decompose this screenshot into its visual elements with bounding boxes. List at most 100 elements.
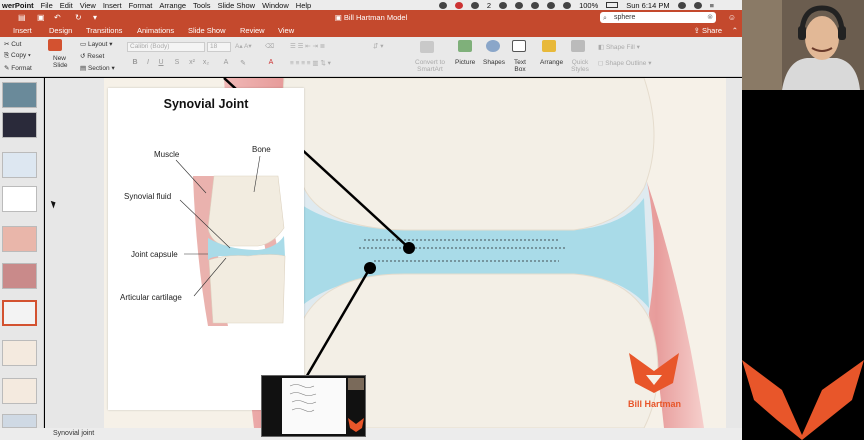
menu-slide-show[interactable]: Slide Show	[218, 1, 256, 10]
webcam-feed	[742, 0, 864, 90]
tab-animations[interactable]: Animations	[134, 26, 177, 36]
shape-outline-button[interactable]: ◻ Shape Outline ▾	[598, 59, 651, 67]
shape-fill-icon: ◧	[598, 44, 606, 51]
notes-bar[interactable]: Synovial joint	[0, 428, 742, 440]
app-status-icon[interactable]	[470, 1, 479, 9]
new-slide-icon[interactable]	[48, 39, 62, 51]
clear-formatting-icon[interactable]: ⌫	[265, 42, 274, 50]
menu-tools[interactable]: Tools	[193, 1, 211, 10]
menu-arrange[interactable]: Arrange	[159, 1, 186, 10]
tab-review[interactable]: Review	[237, 26, 268, 36]
strikethrough-icon[interactable]: S	[172, 59, 182, 69]
format-label: Format	[11, 65, 32, 72]
shapes-icon[interactable]	[486, 40, 500, 52]
shape-fill-button[interactable]: ◧ Shape Fill ▾	[598, 43, 640, 51]
dropbox-icon[interactable]	[499, 1, 508, 9]
bluetooth-icon[interactable]	[531, 1, 540, 9]
slide-thumbnail[interactable]	[2, 340, 37, 366]
slide-thumbnail[interactable]	[2, 186, 37, 212]
picture-button[interactable]: Picture	[455, 59, 475, 66]
slide-thumbnail[interactable]	[2, 263, 37, 289]
align-icons[interactable]: ≡ ≡ ≡ ≡ ▥ ⇅ ▾	[290, 59, 331, 67]
notification-icon[interactable]: ≡	[710, 1, 714, 10]
hartman-logo-large	[742, 360, 864, 440]
layout-button[interactable]: ▭ Layout ▾	[80, 40, 113, 48]
bold-icon[interactable]: B	[130, 59, 140, 69]
convert-smartart-button[interactable]: Convert to SmartArt	[412, 59, 448, 73]
battery-icon[interactable]	[606, 2, 619, 8]
slide-thumbnail[interactable]	[2, 152, 37, 178]
screen: werPoint File Edit View Insert Format Ar…	[0, 0, 864, 440]
eye-icon[interactable]	[438, 1, 447, 9]
section-button[interactable]: ▤ Section ▾	[80, 64, 115, 72]
quick-styles-icon[interactable]	[571, 40, 585, 52]
subscript-icon[interactable]: x₂	[201, 59, 211, 69]
webcam-background	[742, 90, 864, 440]
shape-fill-label: Shape Fill	[605, 44, 635, 51]
share-button[interactable]: ⇪ Share	[694, 26, 722, 35]
copy-button[interactable]: ⎘ Copy ▾	[4, 52, 31, 60]
menu-insert[interactable]: Insert	[103, 1, 122, 10]
smartart-icon[interactable]	[420, 41, 434, 53]
picture-icon[interactable]	[458, 40, 472, 52]
font-name-select[interactable]: Calibri (Body)	[127, 42, 205, 52]
cut-button[interactable]: ✂ Cut	[4, 40, 21, 48]
slide-thumbnail[interactable]	[2, 82, 37, 108]
smiley-icon[interactable]: ☺	[728, 13, 736, 22]
mini-video-preview[interactable]	[261, 375, 366, 437]
font-size-adjust-icons[interactable]: A▴ A▾	[235, 42, 252, 50]
tab-view[interactable]: View	[275, 26, 297, 36]
tab-transitions[interactable]: Transitions	[83, 26, 125, 36]
slide-thumbnail[interactable]	[2, 414, 37, 428]
menu-view[interactable]: View	[80, 1, 96, 10]
clear-search-icon[interactable]: ⊗	[707, 12, 713, 23]
quick-styles-button[interactable]: Quick Styles	[570, 59, 590, 73]
siri-icon[interactable]	[693, 1, 702, 9]
text-box-icon[interactable]	[512, 40, 526, 52]
slide-thumbnail[interactable]	[2, 226, 37, 252]
spotlight-icon[interactable]	[677, 1, 686, 9]
pointer-dot	[364, 262, 376, 274]
text-effects-icon[interactable]: A	[221, 59, 231, 69]
italic-icon[interactable]: I	[143, 59, 153, 69]
font-color-icon[interactable]: A	[266, 59, 276, 69]
superscript-icon[interactable]: x²	[187, 59, 197, 69]
reset-button[interactable]: ↺ Reset	[80, 52, 104, 60]
share-label: Share	[701, 26, 722, 35]
tab-design[interactable]: Design	[46, 26, 75, 36]
slide-thumbnail-selected[interactable]	[2, 300, 37, 326]
collapse-ribbon-icon[interactable]: ⌃	[732, 26, 738, 35]
menu-window[interactable]: Window	[262, 1, 289, 10]
highlight-icon[interactable]: ✎	[238, 59, 248, 69]
inset-diagram[interactable]: Synovial Joint Muscle Bone Synovial flui…	[108, 88, 304, 410]
wifi-icon[interactable]	[547, 1, 556, 9]
bullets-icon[interactable]: ☰ ☰ ⇤ ⇥ ≣	[290, 42, 325, 50]
format-painter-button[interactable]: ✎ Format	[4, 64, 32, 72]
clock[interactable]: Sun 6:14 PM	[626, 1, 669, 10]
text-direction-icon[interactable]: ⇵ ▾	[373, 42, 384, 50]
app-menu[interactable]: werPoint	[2, 1, 34, 10]
battery-percent[interactable]: 100%	[579, 1, 598, 10]
slide-thumbnail[interactable]	[2, 112, 37, 138]
text-box-button[interactable]: Text Box	[512, 59, 528, 73]
menu-edit[interactable]: Edit	[60, 1, 73, 10]
arrange-icon[interactable]	[542, 40, 556, 52]
search-input[interactable]: ⌕ sphere ⊗	[600, 12, 716, 23]
record-icon[interactable]	[454, 1, 463, 9]
shapes-button[interactable]: Shapes	[483, 59, 505, 66]
font-size-select[interactable]: 18	[207, 42, 231, 52]
menu-help[interactable]: Help	[296, 1, 311, 10]
font-size-value: 18	[210, 43, 218, 50]
arrange-button[interactable]: Arrange	[540, 59, 563, 66]
volume-icon[interactable]	[563, 1, 572, 9]
sync-icon[interactable]	[515, 1, 524, 9]
menu-file[interactable]: File	[41, 1, 53, 10]
new-slide-button[interactable]: New Slide	[53, 55, 73, 69]
notes-text[interactable]: Synovial joint	[53, 430, 94, 437]
underline-icon[interactable]: U	[156, 59, 166, 69]
slide-thumbnail[interactable]	[2, 378, 37, 404]
tab-insert[interactable]: Insert	[10, 26, 35, 36]
menu-format[interactable]: Format	[129, 1, 153, 10]
tab-slide-show[interactable]: Slide Show	[185, 26, 229, 36]
presentation-icon: ▣	[334, 13, 344, 22]
